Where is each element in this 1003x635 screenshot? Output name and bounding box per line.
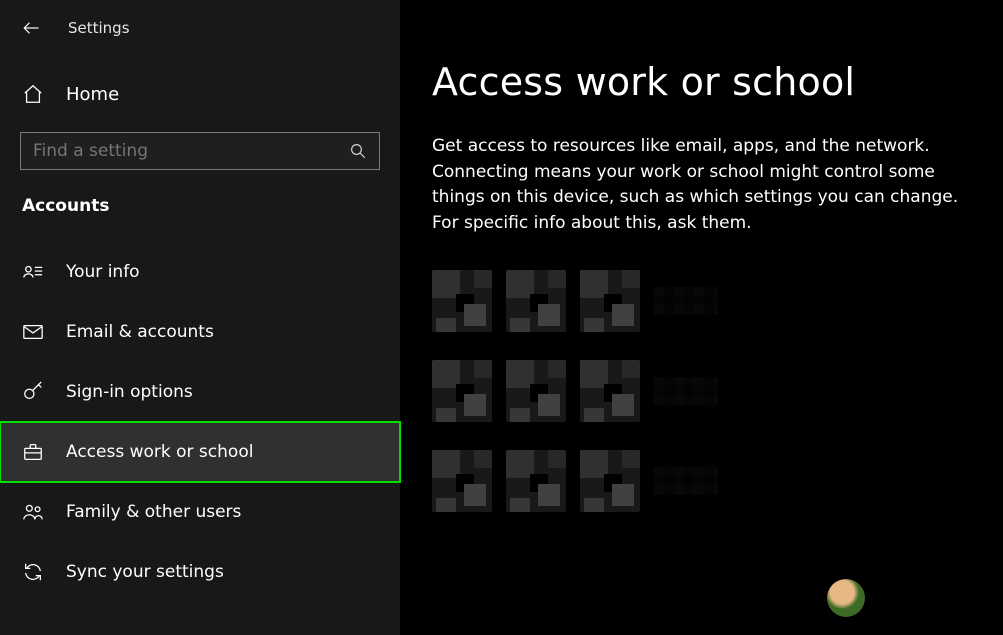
window-title: Settings [68,19,130,37]
connected-accounts-list [432,270,979,512]
search-icon [349,142,367,160]
briefcase-icon [22,441,44,463]
settings-sidebar: Settings Home Accou [0,0,400,635]
account-entry-redacted[interactable] [432,270,979,332]
redacted-icon [580,270,640,332]
redacted-icon [432,450,492,512]
key-icon [22,381,44,403]
sidebar-item-label: Family & other users [66,502,241,522]
redacted-text [654,467,718,495]
home-icon [22,83,44,105]
redacted-text [654,377,718,405]
page-title: Access work or school [432,60,979,104]
sidebar-item-your-info[interactable]: Your info [0,242,400,302]
redacted-text [654,287,718,315]
sidebar-item-access-work[interactable]: Access work or school [0,422,400,482]
sidebar-item-email-accounts[interactable]: Email & accounts [0,302,400,362]
search-input-wrapper[interactable] [20,132,380,170]
search-input[interactable] [33,141,349,161]
sidebar-item-label: Access work or school [66,442,253,462]
sidebar-nav: Your info Email & accounts [0,242,400,602]
sidebar-item-label: Email & accounts [66,322,214,342]
decorative-avatar-icon [827,579,865,617]
account-entry-redacted[interactable] [432,450,979,512]
back-icon[interactable] [22,19,40,37]
sidebar-category: Accounts [0,170,400,224]
account-entry-redacted[interactable] [432,360,979,422]
person-card-icon [22,261,44,283]
page-description: Get access to resources like email, apps… [432,134,979,236]
redacted-icon [432,360,492,422]
sidebar-item-sync-settings[interactable]: Sync your settings [0,542,400,602]
sync-icon [22,561,44,583]
main-panel: Access work or school Get access to reso… [400,0,1003,635]
redacted-icon [506,360,566,422]
sidebar-item-family-users[interactable]: Family & other users [0,482,400,542]
redacted-icon [580,450,640,512]
sidebar-item-label: Your info [66,262,140,282]
sidebar-home-label: Home [66,84,119,105]
redacted-icon [506,450,566,512]
sidebar-item-label: Sync your settings [66,562,224,582]
people-icon [22,501,44,523]
redacted-icon [506,270,566,332]
redacted-icon [580,360,640,422]
redacted-icon [432,270,492,332]
sidebar-item-signin-options[interactable]: Sign-in options [0,362,400,422]
mail-icon [22,321,44,343]
sidebar-item-label: Sign-in options [66,382,193,402]
sidebar-home[interactable]: Home [0,66,400,122]
